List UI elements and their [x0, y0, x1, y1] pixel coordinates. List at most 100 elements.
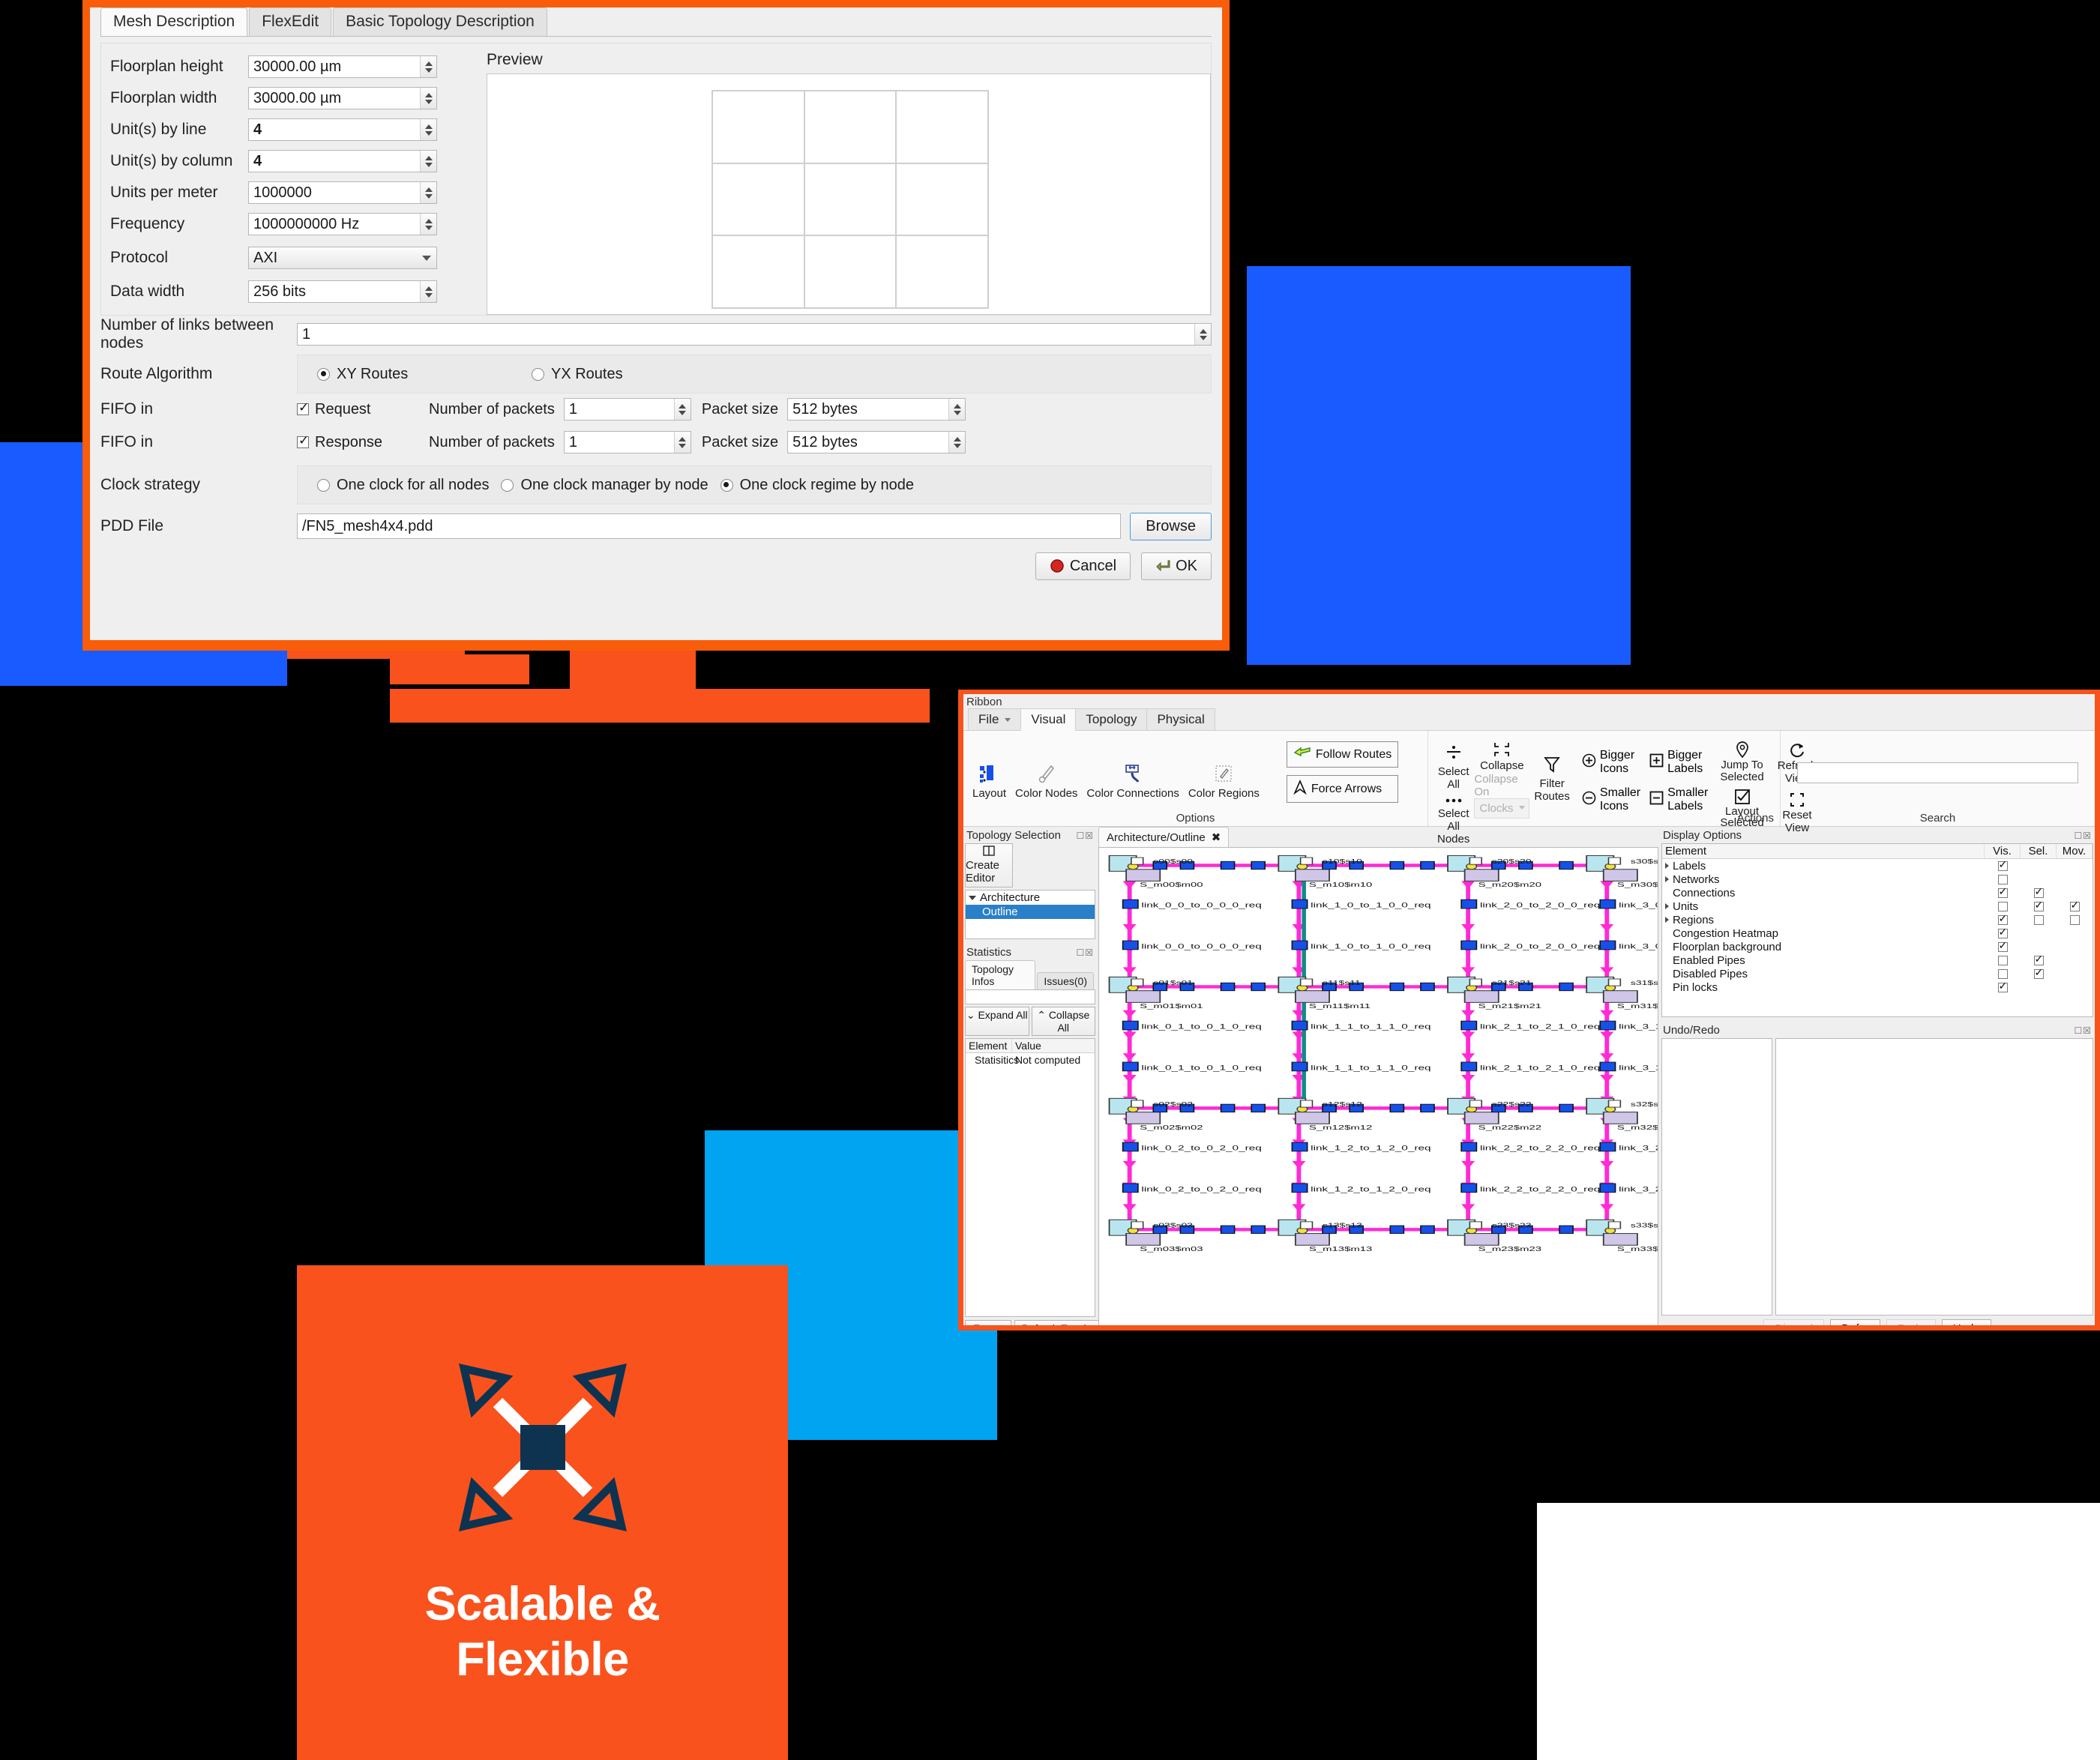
- topology-canvas[interactable]: s00$s00 S_m00$m00 link_0_0_to_0_0_0_req lin…: [1098, 847, 1658, 1325]
- protocol-select[interactable]: AXI: [248, 247, 437, 269]
- links-between-nodes-spinner[interactable]: [1194, 324, 1211, 345]
- redo-button[interactable]: Redo: [1886, 1319, 1936, 1325]
- checkbox-icon[interactable]: [2033, 885, 2044, 898]
- tree-item-architecture[interactable]: Architecture: [966, 890, 1095, 905]
- display-option-row[interactable]: Enabled Pipes: [1662, 953, 2093, 967]
- display-option-mov-cell[interactable]: [2057, 899, 2093, 911]
- bigger-labels-button[interactable]: Bigger Labels: [1649, 749, 1708, 776]
- display-option-vis-cell[interactable]: [1985, 968, 2021, 979]
- checkbox-icon[interactable]: [2033, 953, 2044, 965]
- radio-one-clock-manager-by-node[interactable]: One clock manager by node: [501, 477, 708, 494]
- display-option-vis-cell[interactable]: [1985, 955, 2021, 965]
- units-by-column-spinner[interactable]: [420, 151, 436, 172]
- tree-item-outline[interactable]: Outline: [966, 905, 1095, 919]
- create-editor-button[interactable]: Create Editor: [965, 843, 1013, 887]
- display-option-vis-cell[interactable]: [1985, 874, 2021, 884]
- ribbon-button-color-connections[interactable]: Color Connections: [1082, 762, 1183, 800]
- ok-button[interactable]: OK: [1141, 552, 1212, 580]
- chevron-right-icon[interactable]: [1665, 863, 1669, 869]
- display-option-row[interactable]: Pin locks: [1662, 980, 2093, 994]
- ribbon-button-layout[interactable]: Layout: [968, 762, 1011, 800]
- panel-dock-buttons[interactable]: ☐☒: [2074, 1025, 2092, 1036]
- display-option-sel-cell[interactable]: [2021, 914, 2057, 925]
- panel-dock-buttons[interactable]: ☐☒: [1076, 831, 1094, 841]
- display-option-vis-cell[interactable]: [1985, 912, 2021, 925]
- display-option-row[interactable]: Units: [1662, 899, 2093, 913]
- response-packet-size-input[interactable]: [787, 431, 966, 453]
- display-option-vis-cell[interactable]: [1985, 980, 2021, 992]
- tab-topology[interactable]: Topology: [1075, 708, 1148, 730]
- checkbox-icon[interactable]: [1997, 926, 2008, 938]
- collapse-on-select[interactable]: Clocks: [1474, 798, 1530, 819]
- checkbox-icon[interactable]: [1997, 874, 2008, 884]
- request-packets-input[interactable]: [563, 398, 691, 421]
- radio-xy-routes[interactable]: XY Routes: [317, 366, 520, 383]
- search-input[interactable]: [1797, 762, 2078, 783]
- checkbox-icon[interactable]: [1997, 885, 2008, 898]
- checkbox-icon[interactable]: [1997, 939, 2008, 952]
- chevron-right-icon[interactable]: [1665, 903, 1669, 909]
- display-option-vis-cell[interactable]: [1985, 926, 2021, 938]
- checkbox-icon[interactable]: [2069, 899, 2080, 911]
- display-option-mov-cell[interactable]: [2057, 914, 2093, 925]
- data-width-spinner[interactable]: [420, 281, 436, 302]
- frequency-input[interactable]: [248, 213, 437, 235]
- smaller-icons-button[interactable]: Smaller Icons: [1582, 786, 1640, 813]
- defer-button[interactable]: Defer: [1830, 1319, 1880, 1325]
- tab-topology-infos[interactable]: Topology Infos: [965, 960, 1036, 989]
- tab-issues[interactable]: Issues(0): [1037, 972, 1094, 989]
- chevron-right-icon[interactable]: [1665, 917, 1669, 923]
- display-option-vis-cell[interactable]: [1985, 901, 2021, 911]
- statistics-filter-input[interactable]: [965, 989, 1095, 1004]
- display-option-row[interactable]: Networks: [1662, 873, 2093, 886]
- response-packets-spinner[interactable]: [673, 432, 691, 453]
- display-option-sel-cell[interactable]: [2021, 885, 2057, 898]
- links-between-nodes-input[interactable]: [297, 323, 1212, 346]
- ribbon-button-collapse[interactable]: Collapse: [1475, 740, 1528, 772]
- checkbox-icon[interactable]: [1997, 912, 2008, 925]
- ribbon-button-select-all-nodes[interactable]: Select All Nodes: [1433, 794, 1474, 846]
- display-option-row[interactable]: Congestion Heatmap: [1662, 926, 2093, 940]
- bigger-icons-button[interactable]: Bigger Icons: [1582, 749, 1640, 776]
- redo-detail-list[interactable]: [1775, 1038, 2093, 1316]
- display-option-row[interactable]: Regions: [1662, 912, 2093, 926]
- checkbox-icon[interactable]: [2033, 914, 2044, 925]
- display-option-sel-cell[interactable]: [2021, 953, 2057, 965]
- expand-all-button[interactable]: ⌄ Expand All: [965, 1007, 1029, 1036]
- ribbon-button-select-all[interactable]: Select All: [1433, 740, 1474, 791]
- panel-dock-buttons[interactable]: ☐☒: [1076, 947, 1094, 958]
- follow-routes-button[interactable]: Follow Routes: [1286, 741, 1399, 768]
- request-packets-spinner[interactable]: [673, 399, 691, 420]
- floorplan-height-input[interactable]: [248, 55, 437, 78]
- tab-visual[interactable]: Visual: [1020, 708, 1077, 731]
- data-width-input[interactable]: [248, 280, 437, 303]
- checkbox-icon[interactable]: [1997, 955, 2008, 965]
- checkbox-icon[interactable]: [2033, 899, 2044, 911]
- response-packet-size-spinner[interactable]: [948, 432, 966, 453]
- smaller-labels-button[interactable]: Smaller Labels: [1649, 786, 1708, 813]
- ribbon-button-filter-routes[interactable]: Filter Routes: [1529, 740, 1574, 803]
- display-option-row[interactable]: Floorplan background: [1662, 939, 2093, 953]
- radio-one-clock-for-all-nodes[interactable]: One clock for all nodes: [317, 477, 489, 494]
- display-option-sel-cell[interactable]: [2021, 966, 2057, 979]
- collapse-all-button[interactable]: ⌃ Collapse All: [1031, 1007, 1095, 1036]
- display-option-vis-cell[interactable]: [1985, 858, 2021, 871]
- table-row[interactable]: Statisitics Not computed: [966, 1053, 1095, 1067]
- checkbox-icon[interactable]: [2069, 914, 2080, 925]
- tab-file[interactable]: File: [968, 708, 1022, 730]
- panel-dock-buttons[interactable]: ☐☒: [2074, 831, 2092, 841]
- display-option-row[interactable]: Connections: [1662, 885, 2093, 899]
- tab-architecture-outline[interactable]: Architecture/Outline ✖: [1098, 827, 1230, 847]
- undo-stack-list[interactable]: [1661, 1038, 1772, 1316]
- topology-tree[interactable]: Architecture Outline: [965, 890, 1095, 939]
- floorplan-width-input[interactable]: [248, 87, 437, 109]
- chevron-right-icon[interactable]: [1665, 876, 1669, 882]
- browse-button[interactable]: Browse: [1130, 512, 1212, 540]
- checkbox-icon[interactable]: [1997, 858, 2008, 871]
- checkbox-icon[interactable]: [1997, 980, 2008, 992]
- discard-button[interactable]: Discard: [1763, 1319, 1825, 1325]
- display-option-vis-cell[interactable]: [1985, 885, 2021, 898]
- units-by-line-input[interactable]: [248, 118, 437, 141]
- ribbon-button-color-nodes[interactable]: Color Nodes: [1011, 762, 1082, 800]
- checkbox-icon[interactable]: [1997, 901, 2008, 911]
